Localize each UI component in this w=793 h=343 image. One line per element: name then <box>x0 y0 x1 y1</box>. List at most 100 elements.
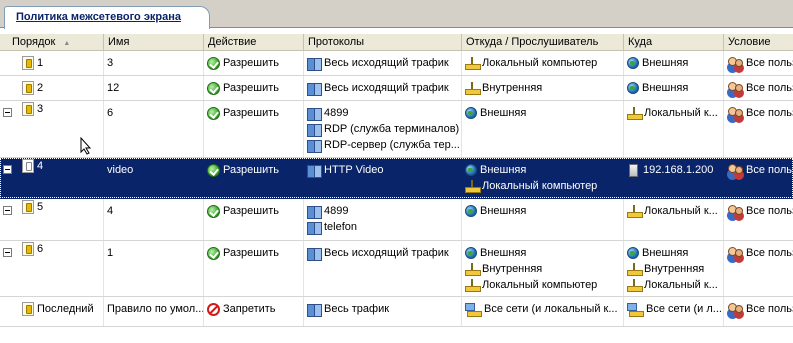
cell-condition: Все польз <box>724 158 793 198</box>
protocols-text: Весь исходящий трафик <box>324 247 449 259</box>
column-header-condition[interactable]: Условие <box>724 34 793 51</box>
to-item: Внутренняя <box>624 261 723 277</box>
cell-protocols: 4899 RDP (служба терминалов) RDP-сервер (с… <box>304 101 462 157</box>
from-text: Внутренняя <box>482 82 543 94</box>
globe-icon <box>465 247 477 259</box>
cell-from: Внешняя Локальный компьютер <box>462 158 624 198</box>
from-item: Внешняя <box>462 105 623 121</box>
collapse-toggle[interactable] <box>3 248 12 257</box>
column-header-to[interactable]: Куда <box>624 34 724 51</box>
rules-grid: 1 3 Разрешить Весь исходящий трафик Локальны… <box>0 51 793 343</box>
rule-order: 3 <box>37 103 44 115</box>
order-line: 6 <box>0 241 103 257</box>
to-item: Внешняя <box>624 80 723 96</box>
from-text: Внешняя <box>480 164 527 176</box>
cell-protocols: Весь исходящий трафик <box>304 76 462 100</box>
cell-order: 6 <box>0 241 104 296</box>
rule-order: 2 <box>37 82 44 94</box>
column-header-action[interactable]: Действие <box>204 34 304 51</box>
cell-to: Внешняя <box>624 76 724 100</box>
protocol-icon <box>307 139 322 153</box>
to-text: Локальный к... <box>644 205 718 217</box>
name-line: 6 <box>104 105 203 121</box>
allow-icon <box>207 56 220 70</box>
table-row[interactable]: 3 6 Разрешить 4899 RDP (служба терминалов) RD… <box>0 101 793 158</box>
to-text: Локальный к... <box>644 107 718 119</box>
rule-name: 6 <box>107 107 114 119</box>
table-row[interactable]: 4 video Разрешить HTTP Video Внешняя Локальны… <box>0 158 793 199</box>
action-line: Разрешить <box>204 245 303 261</box>
rule-action: Разрешить <box>223 107 279 119</box>
table-row[interactable]: 2 12 Разрешить Весь исходящий трафик Внутрен… <box>0 76 793 101</box>
column-header-protocols[interactable]: Протоколы <box>304 34 462 51</box>
action-line: Разрешить <box>204 80 303 96</box>
column-header-order[interactable]: Порядок ▲ <box>0 34 104 51</box>
allow-icon <box>207 106 220 120</box>
protocol-icon <box>307 221 322 235</box>
protocol-icon <box>307 82 322 96</box>
protocols-item: 4899 <box>304 105 461 121</box>
cell-to: Внешняя Внутренняя Локальный к... <box>624 241 724 296</box>
protocols-item: Весь исходящий трафик <box>304 245 461 261</box>
protocols-item: Весь трафик <box>304 301 461 317</box>
rule-icon <box>22 81 34 95</box>
from-item: Внутренняя <box>462 261 623 277</box>
cell-condition: Все польз <box>724 76 793 100</box>
table-row[interactable]: Последний Правило по умол... Запретить Весь… <box>0 297 793 327</box>
condition-line: Все польз <box>724 80 793 96</box>
rule-icon <box>22 302 34 316</box>
from-item: Локальный компьютер <box>462 178 623 194</box>
to-text: Внешняя <box>642 57 689 69</box>
condition-line: Все польз <box>724 203 793 219</box>
cell-to: Локальный к... <box>624 101 724 157</box>
to-text: Локальный к... <box>644 279 718 291</box>
network-icon <box>627 263 643 276</box>
collapse-toggle[interactable] <box>3 206 12 215</box>
cell-protocols: Весь исходящий трафик <box>304 241 462 296</box>
cell-name: 6 <box>104 101 204 157</box>
name-line: 1 <box>104 245 203 261</box>
rule-order: 1 <box>37 57 44 69</box>
from-item: Внешняя <box>462 203 623 219</box>
sort-ascending-icon: ▲ <box>63 40 71 47</box>
protocols-text: Весь исходящий трафик <box>324 82 449 94</box>
cell-protocols: Весь исходящий трафик <box>304 51 462 75</box>
cell-condition: Все польз <box>724 241 793 296</box>
table-row[interactable]: 6 1 Разрешить Весь исходящий трафик Внешняя В… <box>0 241 793 297</box>
from-text: Локальный компьютер <box>482 279 598 291</box>
allow-icon <box>207 163 220 177</box>
from-text: Все сети (и локальный к... <box>484 303 618 315</box>
cell-condition: Все польз <box>724 199 793 240</box>
all-networks-icon <box>465 302 482 317</box>
rule-order: Последний <box>37 303 94 315</box>
collapse-toggle[interactable] <box>3 165 12 174</box>
rule-action: Запретить <box>223 303 276 315</box>
users-icon <box>727 204 743 218</box>
rule-icon <box>22 102 34 116</box>
server-icon <box>629 163 638 177</box>
action-line: Разрешить <box>204 162 303 178</box>
users-icon <box>727 106 743 120</box>
collapse-toggle[interactable] <box>3 108 12 117</box>
from-item: Внутренняя <box>462 80 623 96</box>
mouse-cursor-icon <box>80 137 92 155</box>
from-item: Все сети (и локальный к... <box>462 301 623 317</box>
column-header-from[interactable]: Откуда / Прослушиватель <box>462 34 624 51</box>
column-header-name[interactable]: Имя <box>104 34 204 51</box>
table-row[interactable]: 1 3 Разрешить Весь исходящий трафик Локальны… <box>0 51 793 76</box>
cell-name: 4 <box>104 199 204 240</box>
cell-order: 1 <box>0 51 104 75</box>
to-item: 192.168.1.200 <box>624 162 723 178</box>
tab-firewall-policy[interactable]: Политика межсетевого экрана <box>4 6 210 29</box>
protocol-icon <box>307 164 322 178</box>
users-icon <box>727 56 743 70</box>
condition-line: Все польз <box>724 245 793 261</box>
globe-icon <box>465 164 477 176</box>
table-row[interactable]: 5 4 Разрешить 4899 telefon Внешняя Локальный к… <box>0 199 793 241</box>
cell-name: video <box>104 158 204 198</box>
cell-to: 192.168.1.200 <box>624 158 724 198</box>
name-line: 12 <box>104 80 203 96</box>
rule-action: Разрешить <box>223 205 279 217</box>
to-item: Внешняя <box>624 245 723 261</box>
rule-icon <box>22 56 34 70</box>
